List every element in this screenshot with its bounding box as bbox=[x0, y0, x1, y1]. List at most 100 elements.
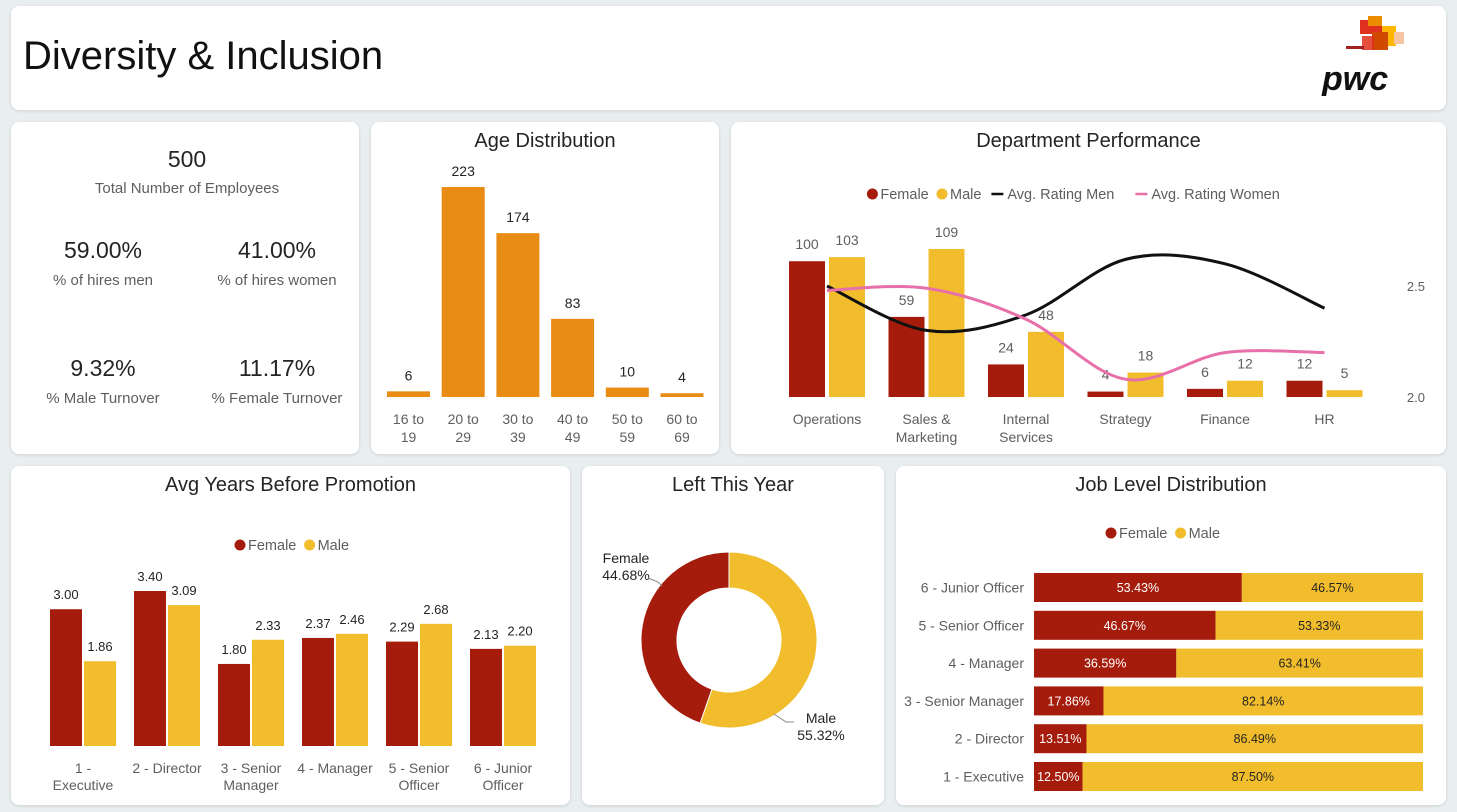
dept-bar-female-3 bbox=[1087, 391, 1124, 397]
age-category-label-3: 40 to 49 bbox=[557, 411, 588, 445]
dept-bar-female-0 bbox=[789, 261, 825, 397]
dept-value-label-female-2: 24 bbox=[998, 339, 1014, 355]
dept-y2-tick-1: 2.0 bbox=[1407, 390, 1425, 405]
promo-bar-male-5 bbox=[504, 645, 536, 746]
job-value-label-male-1: 53.33% bbox=[1298, 619, 1340, 633]
dept-value-label-female-1: 59 bbox=[899, 292, 915, 308]
dept-bar-male-0 bbox=[829, 257, 865, 397]
legend-swatch-male bbox=[936, 188, 948, 200]
legend-swatch-job-female bbox=[1105, 527, 1117, 539]
promo-bar-male-0 bbox=[84, 661, 116, 746]
job-level-chart: Female Male 6 - Junior Officer 53.43% 46.57%… bbox=[904, 526, 1423, 791]
dept-bar-female-5 bbox=[1286, 380, 1323, 397]
dept-value-label-male-1: 109 bbox=[935, 224, 959, 240]
age-bar-5 bbox=[660, 393, 704, 397]
donut-label-female: Female 44.68% bbox=[602, 550, 649, 583]
header-bar: Diversity & Inclusion pwc bbox=[11, 6, 1446, 110]
age-value-label-4: 10 bbox=[620, 364, 636, 380]
dept-value-label-male-3: 18 bbox=[1138, 348, 1154, 364]
hires-men-value: 59.00% bbox=[63, 237, 142, 263]
promo-category-label-2: 3 - Senior Manager bbox=[221, 760, 282, 793]
kpi-card: 500 Total Number of Employees 59.00% % o… bbox=[11, 122, 359, 454]
hires-women-label: % of hires women bbox=[217, 272, 337, 289]
promo-value-label-male-3: 2.46 bbox=[339, 612, 364, 627]
promo-value-label-female-0: 3.00 bbox=[53, 587, 78, 602]
promo-value-label-female-3: 2.37 bbox=[305, 616, 330, 631]
job-value-label-male-5: 87.50% bbox=[1232, 770, 1274, 784]
legend-label-job-female: Female bbox=[1119, 526, 1167, 542]
pwc-logo-text: pwc bbox=[1321, 60, 1388, 96]
legend-swatch-promo-female bbox=[234, 539, 246, 551]
left-this-year-card: Left This Year Female 44.68% Male 55.32% bbox=[582, 466, 884, 805]
promo-bar-female-5 bbox=[470, 648, 502, 746]
dept-value-label-female-0: 100 bbox=[795, 236, 819, 252]
dept-category-label-5: HR bbox=[1314, 411, 1334, 427]
job-category-label-5: 1 - Executive bbox=[943, 769, 1024, 785]
age-category-label-1: 20 to 29 bbox=[448, 411, 479, 445]
job-value-label-female-0: 53.43% bbox=[1117, 581, 1159, 595]
promotion-card: Avg Years Before Promotion Female Male 3.0… bbox=[11, 466, 570, 805]
dept-value-label-female-5: 12 bbox=[1297, 356, 1313, 372]
promo-bar-female-3 bbox=[302, 637, 334, 746]
promo-category-label-1: 2 - Director bbox=[132, 760, 202, 776]
promo-value-label-male-4: 2.68 bbox=[423, 602, 448, 617]
dept-y2-tick-0: 2.5 bbox=[1407, 279, 1425, 294]
legend-label-promo-male: Male bbox=[318, 538, 349, 554]
age-value-label-2: 174 bbox=[506, 209, 530, 225]
age-bar-0 bbox=[387, 391, 430, 397]
dept-value-label-male-4: 12 bbox=[1237, 356, 1253, 372]
legend-label-job-male: Male bbox=[1189, 526, 1220, 542]
dept-bar-female-4 bbox=[1187, 388, 1223, 397]
promo-category-label-5: 6 - Junior Officer bbox=[474, 760, 533, 793]
promo-bar-male-4 bbox=[420, 623, 452, 746]
dept-value-label-male-0: 103 bbox=[835, 232, 859, 248]
job-value-label-female-3: 17.86% bbox=[1048, 694, 1090, 708]
male-turnover-label: % Male Turnover bbox=[46, 390, 160, 407]
job-level-card: Job Level Distribution Female Male 6 - Jun… bbox=[896, 466, 1446, 805]
promo-value-label-female-4: 2.29 bbox=[389, 620, 414, 635]
job-value-label-male-3: 82.14% bbox=[1242, 694, 1284, 708]
job-value-label-male-2: 63.41% bbox=[1278, 657, 1320, 671]
legend-swatch-job-male bbox=[1175, 527, 1187, 539]
promo-bar-female-1 bbox=[134, 591, 166, 746]
dept-bar-male-5 bbox=[1326, 390, 1363, 397]
job-value-label-male-0: 46.57% bbox=[1311, 581, 1353, 595]
legend-label-male: Male bbox=[950, 187, 981, 203]
dept-category-label-1: Sales & Marketing bbox=[896, 411, 957, 445]
age-bar-3 bbox=[551, 318, 595, 397]
job-category-label-3: 3 - Senior Manager bbox=[904, 693, 1024, 709]
job-value-label-female-4: 13.51% bbox=[1039, 732, 1081, 746]
left-this-year-chart: Female 44.68% Male 55.32% bbox=[602, 550, 844, 743]
dept-category-label-4: Finance bbox=[1200, 411, 1250, 427]
female-turnover-value: 11.17% bbox=[238, 355, 316, 381]
promo-category-label-3: 4 - Manager bbox=[297, 760, 373, 776]
age-value-label-1: 223 bbox=[452, 163, 476, 179]
dept-bar-male-1 bbox=[928, 249, 965, 397]
job-value-label-male-4: 86.49% bbox=[1234, 732, 1276, 746]
hires-men-label: % of hires men bbox=[52, 272, 154, 289]
job-category-label-0: 6 - Junior Officer bbox=[921, 580, 1025, 596]
legend-swatch-female bbox=[866, 188, 878, 200]
age-value-label-5: 4 bbox=[678, 369, 686, 385]
legend-label-female: Female bbox=[880, 187, 928, 203]
department-performance-chart: Female Male Avg. Rating Men Avg. Rating Wom… bbox=[789, 187, 1425, 445]
promo-value-label-male-1: 3.09 bbox=[171, 583, 196, 598]
legend-label-promo-female: Female bbox=[248, 538, 296, 554]
page-title: Diversity & Inclusion bbox=[23, 34, 384, 78]
promo-value-label-male-2: 2.33 bbox=[255, 618, 280, 633]
age-distribution-card: Age Distribution 6 16 to 19 223 20 to 29 174 30… bbox=[371, 122, 719, 454]
job-value-label-female-1: 46.67% bbox=[1104, 619, 1146, 633]
promo-bar-female-0 bbox=[50, 609, 82, 746]
hires-women-value: 41.00% bbox=[237, 237, 316, 263]
promo-bar-female-4 bbox=[386, 641, 418, 746]
job-value-label-female-5: 12.50% bbox=[1037, 770, 1079, 784]
promo-bar-male-1 bbox=[168, 605, 200, 746]
age-category-label-5: 60 to 69 bbox=[666, 411, 697, 445]
dept-category-label-0: Operations bbox=[793, 411, 861, 427]
dept-value-label-male-5: 5 bbox=[1341, 365, 1349, 381]
job-category-label-1: 5 - Senior Officer bbox=[918, 617, 1024, 633]
dept-value-label-female-4: 6 bbox=[1201, 364, 1209, 380]
dept-bar-female-2 bbox=[988, 364, 1024, 397]
promo-bar-male-2 bbox=[252, 639, 284, 746]
age-value-label-0: 6 bbox=[405, 367, 413, 383]
